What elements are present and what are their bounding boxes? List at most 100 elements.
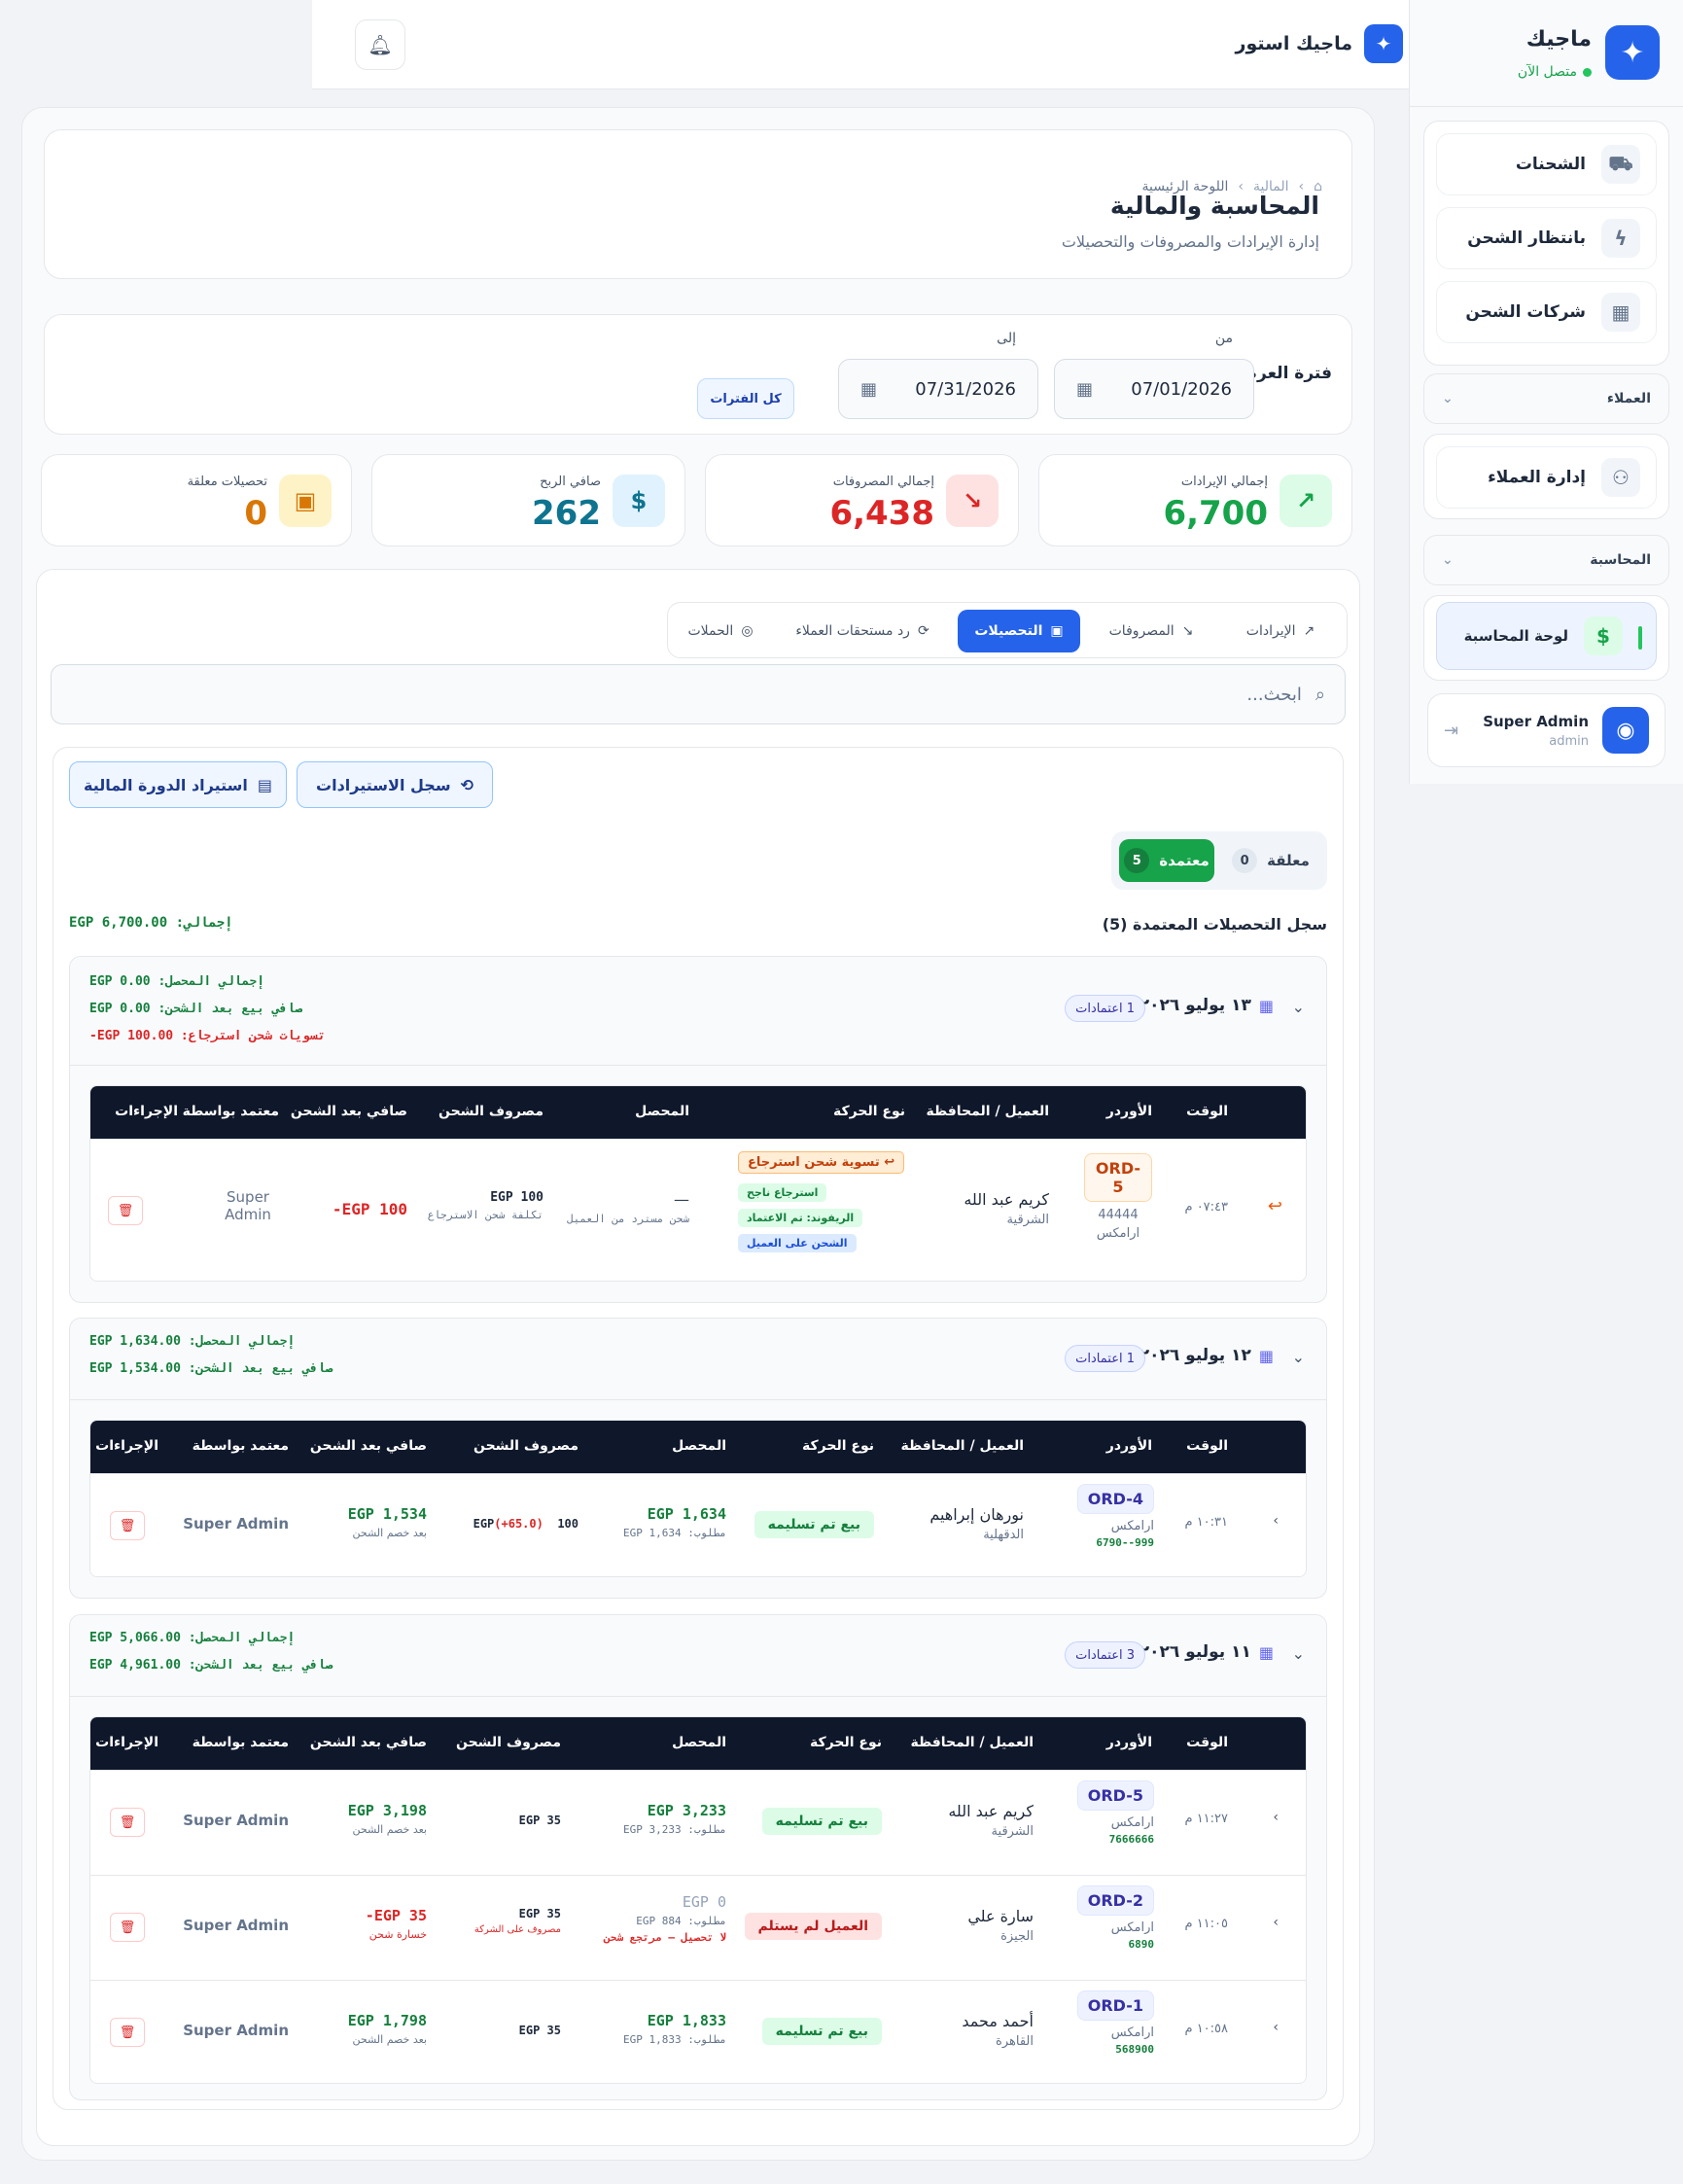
- trend-down-icon: ↘: [1181, 623, 1194, 639]
- sidebar-item-pending-shipping[interactable]: ϟ بانتظار الشحن: [1436, 207, 1657, 269]
- brand-name: ماجيك: [1525, 27, 1592, 52]
- expenses-value: 6,438: [829, 494, 934, 533]
- logout-icon[interactable]: ⇥: [1444, 721, 1458, 741]
- notifications-bell-icon[interactable]: 🔔︎: [355, 19, 405, 70]
- delete-trash-icon[interactable]: 🗑︎: [110, 2018, 145, 2047]
- from-date-input[interactable]: 07/01/2026 ▦: [1054, 359, 1254, 419]
- sparkle-logo-icon: ✦: [1605, 25, 1660, 80]
- user-card[interactable]: ◉ Super Admin admin ⇥: [1427, 693, 1665, 767]
- import-log-button[interactable]: ⟲ سجل الاستيرادات: [297, 761, 493, 808]
- stat-revenue: ↗ إجمالي الإيرادات 6,700: [1038, 454, 1352, 546]
- chevron-down-icon: ⌄: [1442, 391, 1454, 406]
- sidebar-item-shipments[interactable]: ⛟ الشحنات: [1436, 133, 1657, 195]
- table-row[interactable]: ↩ ٠٧:٤٣ م ORD-5 44444 ارامكس كريم عبد ال…: [90, 1139, 1306, 1281]
- day-table: الوقت الأوردر العميل / المحافظة نوع الحر…: [89, 1716, 1307, 2084]
- order-badge[interactable]: ORD-2: [1076, 1885, 1154, 1916]
- table-row[interactable]: › ١١:٢٧ م ORD-5 ارامكس 7666666 كريم عبد …: [90, 1770, 1306, 1875]
- tab-expenses[interactable]: ↘ المصروفات: [1088, 610, 1214, 652]
- page-subtitle: إدارة الإيرادات والمصروفات والتحصيلات: [1061, 232, 1319, 251]
- table-header: الوقت الأوردر العميل / المحافظة نوع الحر…: [90, 1717, 1306, 1770]
- trend-up-icon: ↗: [1303, 623, 1315, 639]
- to-date-input[interactable]: 07/31/2026 ▦: [838, 359, 1038, 419]
- calendar-icon: ▦: [1258, 1642, 1274, 1662]
- chevron-left-icon[interactable]: ›: [1273, 1915, 1279, 1930]
- stat-expenses: ↘ إجمالي المصروفات 6,438: [705, 454, 1019, 546]
- user-name: Super Admin: [1483, 712, 1589, 730]
- status-badge: بيع تم تسليمه: [761, 2018, 882, 2045]
- truck-icon: ⛟: [1601, 145, 1640, 184]
- day-return-settlements: تسويات شحن استرجاع: EGP 100.00-: [89, 1029, 326, 1043]
- collections-card: ↗ الإيرادات ↘ المصروفات ▣ التحصيلات ⟳ رد مست…: [36, 569, 1360, 2146]
- chevron-down-icon[interactable]: ⌄: [1292, 1348, 1305, 1366]
- chevron-down-icon[interactable]: ⌄: [1292, 1644, 1305, 1663]
- delete-trash-icon[interactable]: 🗑︎: [110, 1808, 145, 1837]
- sidebar-item-clients[interactable]: ⚇ إدارة العملاء: [1436, 446, 1657, 509]
- pending-value: 0: [244, 494, 267, 533]
- calendar-icon: ▦: [1076, 378, 1094, 400]
- history-icon: ⟲: [460, 775, 473, 794]
- sidebar-item-carriers[interactable]: ▦ شركات الشحن: [1436, 281, 1657, 343]
- trend-down-icon: ↘: [946, 475, 999, 527]
- log-title: سجل التحصيلات المعتمدة (5): [1102, 915, 1327, 933]
- all-periods-button[interactable]: كل الفترات: [697, 378, 794, 419]
- delete-trash-icon[interactable]: 🗑︎: [108, 1196, 143, 1225]
- approvals-badge: 3 اعتمادات: [1065, 1641, 1145, 1669]
- day-header[interactable]: ⌄ ▦ ١٣ يوليو ٢٠٢٦ 1 اعتمادات إجمالي المحص…: [70, 957, 1326, 1066]
- table-row[interactable]: › ١٠:٣١ م ORD-4 ارامكس 6790--999 نورهان …: [90, 1473, 1306, 1576]
- day-header[interactable]: ⌄ ▦ ١١ يوليو ٢٠٢٦ 3 اعتمادات إجمالي المحص…: [70, 1615, 1326, 1697]
- tab-campaigns[interactable]: ◎ الحملات: [674, 610, 767, 652]
- sidebar-section-accounting[interactable]: المحاسبة ⌄: [1423, 535, 1669, 585]
- delete-trash-icon[interactable]: 🗑︎: [110, 1511, 145, 1540]
- search-input[interactable]: ابحث...: [1246, 685, 1301, 705]
- sidebar-section-clients[interactable]: العملاء ⌄: [1423, 373, 1669, 424]
- chevron-down-icon[interactable]: ⌄: [1292, 998, 1305, 1016]
- chevron-left-icon[interactable]: ›: [1273, 1810, 1279, 1825]
- table-row[interactable]: › ١٠:٥٨ م ORD-1 ارامكس 568900 أحمد محمد …: [90, 1980, 1306, 2083]
- order-badge[interactable]: ORD-5: [1084, 1153, 1152, 1202]
- day-header[interactable]: ⌄ ▦ ١٢ يوليو ٢٠٢٦ 1 اعتمادات إجمالي المحص…: [70, 1319, 1326, 1400]
- dollar-icon: $: [613, 475, 665, 527]
- user-role: admin: [1549, 733, 1589, 749]
- return-arrow-icon: ↩: [1267, 1196, 1282, 1216]
- order-badge[interactable]: ORD-5: [1076, 1780, 1154, 1811]
- status-badge: العميل لم يستلم: [744, 1913, 882, 1940]
- tab-revenues[interactable]: ↗ الإيرادات: [1222, 610, 1339, 652]
- wallet-icon: ▣: [279, 475, 332, 527]
- chevron-left-icon[interactable]: ›: [1273, 1513, 1279, 1529]
- approvals-badge: 1 اعتمادات: [1065, 995, 1145, 1022]
- day-total-collected: إجمالي المحصل: EGP 1,634.00: [89, 1334, 296, 1349]
- revenue-value: 6,700: [1163, 494, 1268, 533]
- order-badge[interactable]: ORD-1: [1076, 1990, 1154, 2021]
- chevron-left-icon[interactable]: ›: [1273, 2020, 1279, 2035]
- day-total-collected: إجمالي المحصل: EGP 5,066.00: [89, 1631, 296, 1645]
- refresh-icon: ⟳: [917, 623, 929, 639]
- tab-collections[interactable]: ▣ التحصيلات: [958, 610, 1080, 652]
- shipping-group: ⛟ الشحنات ϟ بانتظار الشحن ▦ شركات الشحن: [1423, 121, 1669, 366]
- main-content: ⌂ › المالية › اللوحة الرئيسية المحاسبة و…: [21, 107, 1375, 2161]
- search-field[interactable]: ⌕ ابحث...: [51, 664, 1346, 724]
- topbar: ✦ ماجيك استور 🔔︎: [312, 0, 1409, 89]
- chevron-down-icon: ⌄: [1442, 552, 1454, 568]
- client-name: كريم عبد الله: [948, 1802, 1034, 1820]
- tab-refunds[interactable]: ⟳ رد مستحقات العملاء: [775, 610, 950, 652]
- day-group: ⌄ ▦ ١٢ يوليو ٢٠٢٦ 1 اعتمادات إجمالي المحص…: [69, 1318, 1327, 1599]
- client-name: كريم عبد الله: [964, 1190, 1049, 1209]
- table-header: الوقت الأوردر العميل / المحافظة نوع الحر…: [90, 1421, 1306, 1473]
- accounting-group: $ لوحة المحاسبة: [1423, 595, 1669, 681]
- day-net-sales: صافي بيع بعد الشحن: EGP 1,534.00: [89, 1361, 333, 1376]
- status-segment: معتمدة 5 معلقة 0: [1111, 831, 1327, 890]
- seg-pending[interactable]: معلقة 0: [1222, 839, 1319, 882]
- client-name: سارة علي: [967, 1907, 1034, 1925]
- calendar-icon: ▦: [860, 378, 878, 400]
- status-badge: بيع تم تسليمه: [754, 1511, 874, 1538]
- sidebar-item-accounting-dashboard[interactable]: $ لوحة المحاسبة: [1436, 602, 1657, 670]
- import-cycle-button[interactable]: ▤ استيراد الدورة المالية: [69, 761, 287, 808]
- client-name: نورهان إبراهيم: [929, 1505, 1024, 1524]
- dollar-icon: $: [1584, 616, 1623, 655]
- store-name: ماجيك استور: [1235, 33, 1352, 54]
- order-badge[interactable]: ORD-4: [1076, 1484, 1154, 1514]
- bolt-icon: ϟ: [1601, 219, 1640, 258]
- seg-approved[interactable]: معتمدة 5: [1119, 839, 1214, 882]
- delete-trash-icon[interactable]: 🗑︎: [110, 1913, 145, 1942]
- table-row[interactable]: › ١١:٠٥ م ORD-2 ارامكس 6890 سارة علي الج…: [90, 1875, 1306, 1980]
